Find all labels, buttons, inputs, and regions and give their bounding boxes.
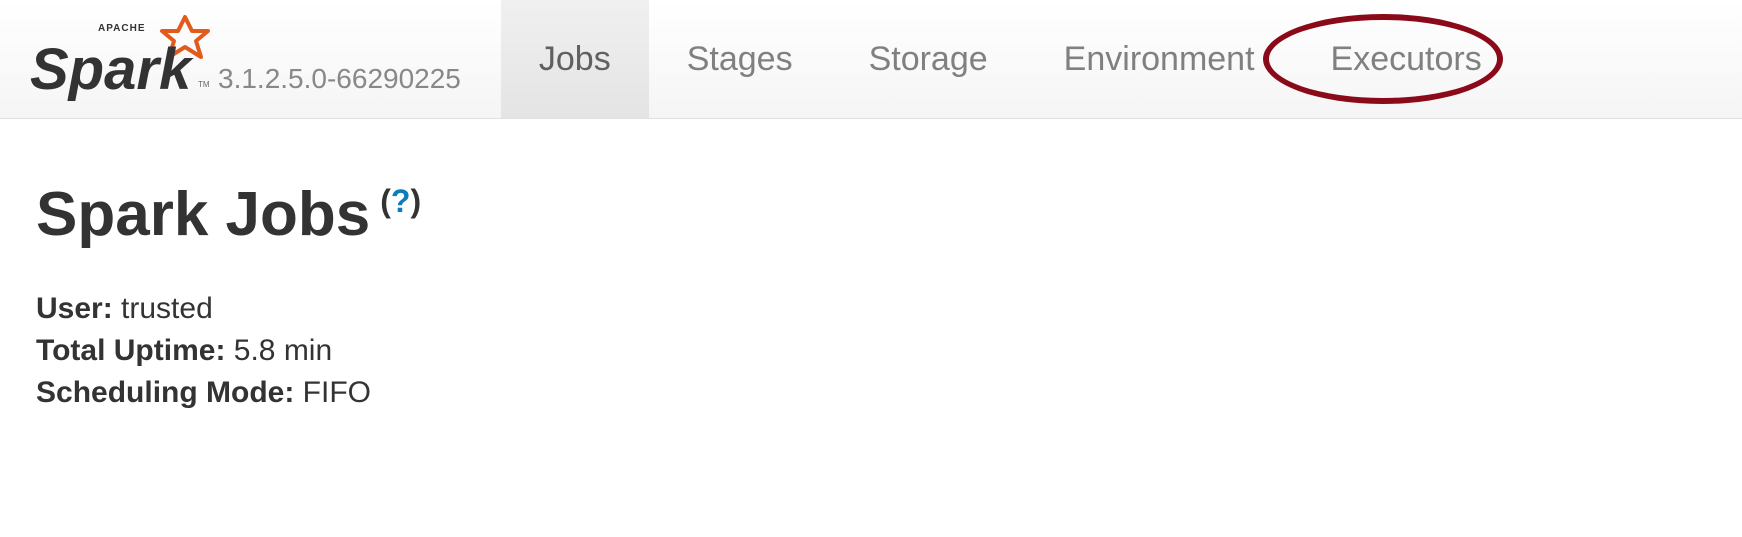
info-value: FIFO: [303, 376, 371, 409]
svg-text:TM: TM: [198, 80, 210, 89]
nav-tabs: Jobs Stages Storage Environment Executor…: [501, 0, 1520, 118]
info-scheduling-mode: Scheduling Mode: FIFO: [36, 376, 1742, 410]
page-title-row: Spark Jobs (?): [36, 179, 1742, 250]
tab-executors[interactable]: Executors: [1293, 0, 1520, 118]
version-label: 3.1.2.5.0-66290225: [218, 63, 461, 95]
tab-stages[interactable]: Stages: [649, 0, 831, 118]
tab-label: Jobs: [539, 40, 611, 79]
info-label: Total Uptime:: [36, 334, 225, 367]
info-uptime: Total Uptime: 5.8 min: [36, 334, 1742, 368]
tab-jobs[interactable]: Jobs: [501, 0, 649, 118]
info-label: Scheduling Mode:: [36, 376, 294, 409]
tab-environment[interactable]: Environment: [1026, 0, 1293, 118]
info-label: User:: [36, 292, 113, 325]
content: Spark Jobs (?) User: trusted Total Uptim…: [0, 119, 1742, 410]
help-icon: ?: [391, 183, 411, 219]
info-value: trusted: [121, 292, 213, 325]
tab-label: Executors: [1331, 40, 1482, 79]
page-title: Spark Jobs: [36, 179, 370, 250]
info-list: User: trusted Total Uptime: 5.8 min Sche…: [36, 292, 1742, 410]
tab-label: Storage: [869, 40, 988, 79]
navbar: APACHE Spark TM 3.1.2.5.0-66290225 Jobs …: [0, 0, 1742, 119]
tab-label: Environment: [1064, 40, 1255, 79]
logo-area: APACHE Spark TM 3.1.2.5.0-66290225: [30, 9, 461, 109]
help-link[interactable]: (?): [380, 183, 421, 220]
info-value: 5.8 min: [234, 334, 332, 367]
spark-logo-icon[interactable]: APACHE Spark TM: [30, 9, 210, 109]
tab-label: Stages: [687, 40, 793, 79]
tab-storage[interactable]: Storage: [831, 0, 1026, 118]
svg-text:APACHE: APACHE: [98, 23, 145, 34]
info-user: User: trusted: [36, 292, 1742, 326]
svg-text:Spark: Spark: [30, 37, 194, 102]
